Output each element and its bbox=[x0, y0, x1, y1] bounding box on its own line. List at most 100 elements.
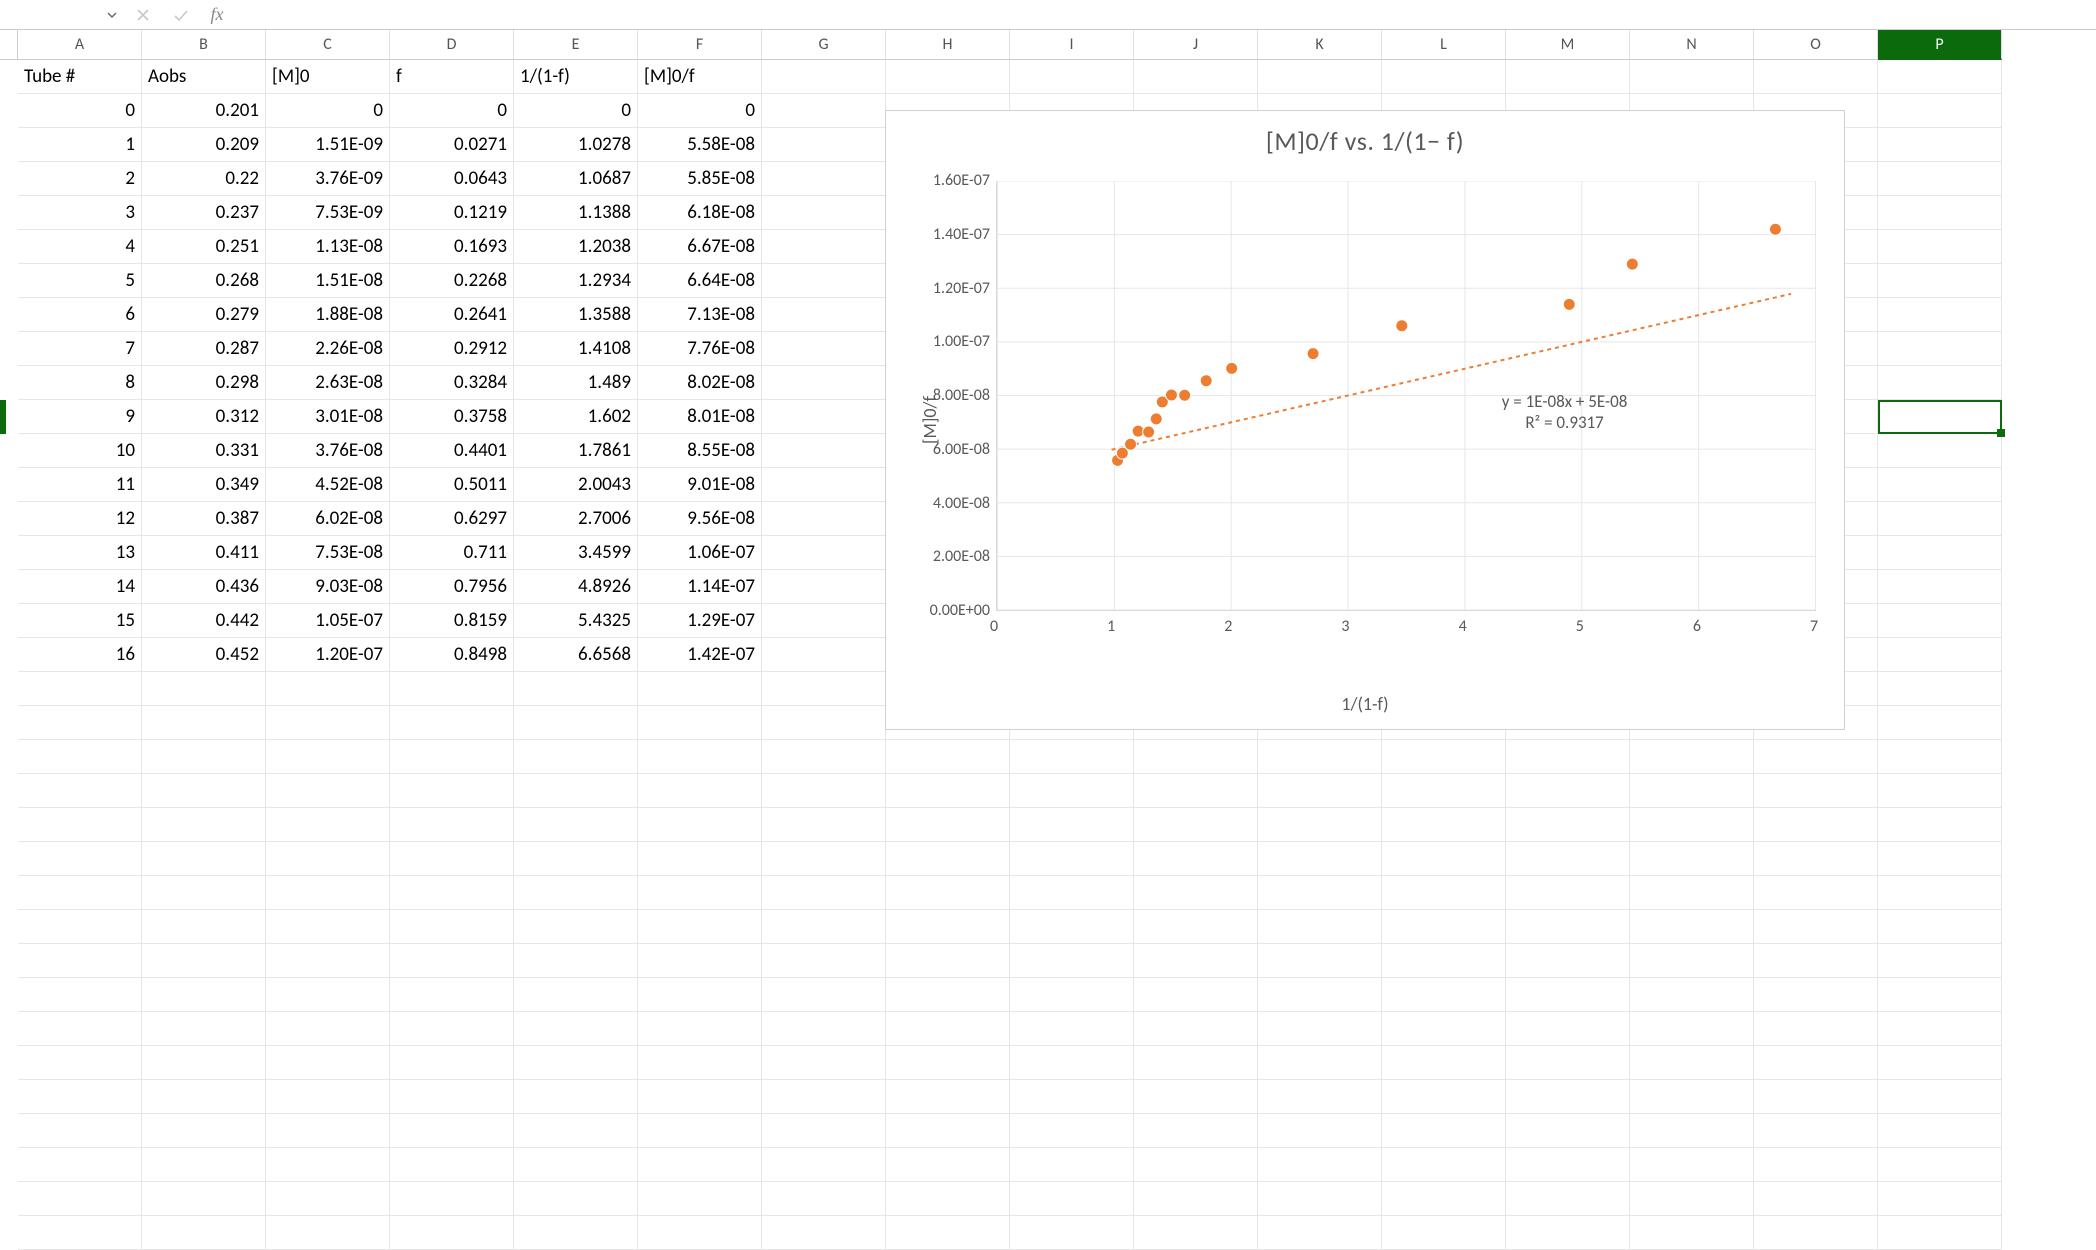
cell-F26[interactable] bbox=[638, 910, 762, 944]
cell-K24[interactable] bbox=[1258, 842, 1382, 876]
cell-B19[interactable] bbox=[142, 672, 266, 706]
cell-H34[interactable] bbox=[886, 1182, 1010, 1216]
cell-D10[interactable]: 0.3284 bbox=[390, 366, 514, 400]
cell-F14[interactable]: 9.56E-08 bbox=[638, 502, 762, 536]
cell-L29[interactable] bbox=[1382, 1012, 1506, 1046]
cell-H23[interactable] bbox=[886, 808, 1010, 842]
cell-L25[interactable] bbox=[1382, 876, 1506, 910]
cell-F13[interactable]: 9.01E-08 bbox=[638, 468, 762, 502]
cell-N27[interactable] bbox=[1630, 944, 1754, 978]
cell-I25[interactable] bbox=[1010, 876, 1134, 910]
cell-P32[interactable] bbox=[1878, 1114, 2002, 1148]
cell-N24[interactable] bbox=[1630, 842, 1754, 876]
cell-B31[interactable] bbox=[142, 1080, 266, 1114]
cell-I33[interactable] bbox=[1010, 1148, 1134, 1182]
cell-G6[interactable] bbox=[762, 230, 886, 264]
cell-C23[interactable] bbox=[266, 808, 390, 842]
cell-B32[interactable] bbox=[142, 1114, 266, 1148]
cell-E19[interactable] bbox=[514, 672, 638, 706]
cell-P20[interactable] bbox=[1878, 706, 2002, 740]
cell-C6[interactable]: 1.13E-08 bbox=[266, 230, 390, 264]
cell-J35[interactable] bbox=[1134, 1216, 1258, 1250]
cell-K29[interactable] bbox=[1258, 1012, 1382, 1046]
cell-A15[interactable]: 13 bbox=[18, 536, 142, 570]
cell-P30[interactable] bbox=[1878, 1046, 2002, 1080]
cell-G10[interactable] bbox=[762, 366, 886, 400]
selection-fill-handle[interactable] bbox=[1997, 429, 2005, 437]
column-header-H[interactable]: H bbox=[886, 30, 1010, 60]
cell-O30[interactable] bbox=[1754, 1046, 1878, 1080]
cell-H27[interactable] bbox=[886, 944, 1010, 978]
cell-I1[interactable] bbox=[1010, 60, 1134, 94]
cell-E29[interactable] bbox=[514, 1012, 638, 1046]
cell-D5[interactable]: 0.1219 bbox=[390, 196, 514, 230]
cell-H35[interactable] bbox=[886, 1216, 1010, 1250]
cell-A1[interactable]: Tube # bbox=[18, 60, 142, 94]
cell-G13[interactable] bbox=[762, 468, 886, 502]
cell-D1[interactable]: f bbox=[390, 60, 514, 94]
cell-O28[interactable] bbox=[1754, 978, 1878, 1012]
cell-E30[interactable] bbox=[514, 1046, 638, 1080]
cell-C22[interactable] bbox=[266, 774, 390, 808]
cell-N25[interactable] bbox=[1630, 876, 1754, 910]
cell-B14[interactable]: 0.387 bbox=[142, 502, 266, 536]
cell-J28[interactable] bbox=[1134, 978, 1258, 1012]
cell-E20[interactable] bbox=[514, 706, 638, 740]
cell-P4[interactable] bbox=[1878, 162, 2002, 196]
cell-A11[interactable]: 9 bbox=[18, 400, 142, 434]
cell-C28[interactable] bbox=[266, 978, 390, 1012]
cell-L34[interactable] bbox=[1382, 1182, 1506, 1216]
cell-B11[interactable]: 0.312 bbox=[142, 400, 266, 434]
cell-E34[interactable] bbox=[514, 1182, 638, 1216]
cell-M23[interactable] bbox=[1506, 808, 1630, 842]
cell-A12[interactable]: 10 bbox=[18, 434, 142, 468]
cell-E5[interactable]: 1.1388 bbox=[514, 196, 638, 230]
cell-G25[interactable] bbox=[762, 876, 886, 910]
cell-G27[interactable] bbox=[762, 944, 886, 978]
cell-C29[interactable] bbox=[266, 1012, 390, 1046]
cell-N31[interactable] bbox=[1630, 1080, 1754, 1114]
cell-G21[interactable] bbox=[762, 740, 886, 774]
cell-E2[interactable]: 0 bbox=[514, 94, 638, 128]
cell-O34[interactable] bbox=[1754, 1182, 1878, 1216]
cell-J31[interactable] bbox=[1134, 1080, 1258, 1114]
cell-K27[interactable] bbox=[1258, 944, 1382, 978]
cell-A27[interactable] bbox=[18, 944, 142, 978]
cell-H1[interactable] bbox=[886, 60, 1010, 94]
cell-B33[interactable] bbox=[142, 1148, 266, 1182]
cell-A16[interactable]: 14 bbox=[18, 570, 142, 604]
cell-A31[interactable] bbox=[18, 1080, 142, 1114]
cell-F30[interactable] bbox=[638, 1046, 762, 1080]
cell-E6[interactable]: 1.2038 bbox=[514, 230, 638, 264]
cell-A26[interactable] bbox=[18, 910, 142, 944]
cell-J24[interactable] bbox=[1134, 842, 1258, 876]
cell-I30[interactable] bbox=[1010, 1046, 1134, 1080]
cell-D16[interactable]: 0.7956 bbox=[390, 570, 514, 604]
cell-M30[interactable] bbox=[1506, 1046, 1630, 1080]
cell-M27[interactable] bbox=[1506, 944, 1630, 978]
cell-B10[interactable]: 0.298 bbox=[142, 366, 266, 400]
cell-H24[interactable] bbox=[886, 842, 1010, 876]
cell-H33[interactable] bbox=[886, 1148, 1010, 1182]
cell-J29[interactable] bbox=[1134, 1012, 1258, 1046]
cell-G2[interactable] bbox=[762, 94, 886, 128]
cell-J25[interactable] bbox=[1134, 876, 1258, 910]
cell-D8[interactable]: 0.2641 bbox=[390, 298, 514, 332]
cell-F34[interactable] bbox=[638, 1182, 762, 1216]
cell-F8[interactable]: 7.13E-08 bbox=[638, 298, 762, 332]
cell-B25[interactable] bbox=[142, 876, 266, 910]
cell-B29[interactable] bbox=[142, 1012, 266, 1046]
cell-M26[interactable] bbox=[1506, 910, 1630, 944]
cell-F2[interactable]: 0 bbox=[638, 94, 762, 128]
cell-E26[interactable] bbox=[514, 910, 638, 944]
cell-L21[interactable] bbox=[1382, 740, 1506, 774]
cell-G9[interactable] bbox=[762, 332, 886, 366]
cell-G1[interactable] bbox=[762, 60, 886, 94]
cell-I34[interactable] bbox=[1010, 1182, 1134, 1216]
cell-D22[interactable] bbox=[390, 774, 514, 808]
column-header-G[interactable]: G bbox=[762, 30, 886, 60]
cell-B2[interactable]: 0.201 bbox=[142, 94, 266, 128]
cell-A5[interactable]: 3 bbox=[18, 196, 142, 230]
cell-C3[interactable]: 1.51E-09 bbox=[266, 128, 390, 162]
cell-K26[interactable] bbox=[1258, 910, 1382, 944]
